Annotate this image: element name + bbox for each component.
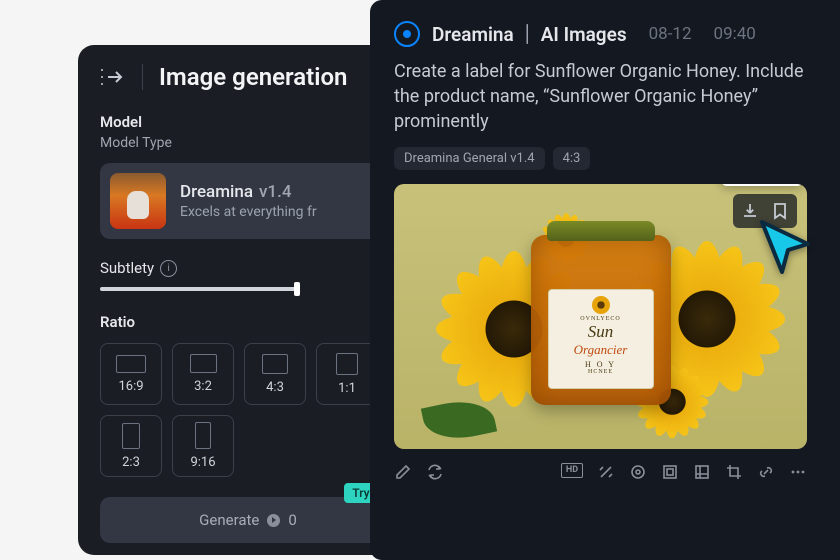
ratio-3-2[interactable]: 3:2 <box>172 343 234 405</box>
panel-header: Image generation <box>100 63 396 91</box>
slider-thumb[interactable] <box>294 282 300 296</box>
variation-icon[interactable] <box>629 463 647 481</box>
brand-logo-icon <box>394 21 420 47</box>
divider <box>142 64 143 90</box>
ratio-1-1[interactable]: 1:1 <box>316 343 378 405</box>
panel-title: Image generation <box>159 63 347 91</box>
ratio-2-3[interactable]: 2:3 <box>100 415 162 477</box>
prompt-text: Create a label for Sunflower Organic Hon… <box>394 59 816 135</box>
ratio-grid: 16:9 3:2 4:3 1:1 2:3 9:16 <box>100 343 396 477</box>
model-description: Excels at everything fr <box>180 204 317 220</box>
brand-line: Dreamina｜AI Images <box>432 20 627 47</box>
crop-icon[interactable] <box>725 463 743 481</box>
meta-pills: Dreamina General v1.4 4:3 <box>394 147 816 170</box>
ratio-9-16[interactable]: 9:16 <box>172 415 234 477</box>
model-label: Model <box>100 113 396 131</box>
ratio-4-3[interactable]: 4:3 <box>244 343 306 405</box>
result-panel: Dreamina｜AI Images 08-12 09:40 Create a … <box>370 0 840 560</box>
link-icon[interactable] <box>757 463 775 481</box>
model-thumbnail <box>110 173 166 229</box>
result-header: Dreamina｜AI Images 08-12 09:40 <box>394 20 816 47</box>
subtlety-row: Subtlety i <box>100 259 396 277</box>
meta-ratio-pill[interactable]: 4:3 <box>553 147 591 170</box>
collapse-icon[interactable] <box>100 66 126 88</box>
cursor-pointer-icon <box>756 218 814 280</box>
hd-icon[interactable]: HD <box>561 463 583 478</box>
generate-button[interactable]: Generate 0 Try free <box>100 497 396 543</box>
download-tooltip: Download <box>721 184 803 186</box>
expand-icon[interactable] <box>693 463 711 481</box>
meta-model-pill[interactable]: Dreamina General v1.4 <box>394 147 545 170</box>
credits-icon <box>267 514 280 527</box>
ratio-16-9[interactable]: 16:9 <box>100 343 162 405</box>
generation-panel: Image generation Model Model Type Dreami… <box>78 45 418 555</box>
canvas-icon[interactable] <box>661 463 679 481</box>
result-toolbar: HD <box>394 463 807 481</box>
more-icon[interactable] <box>789 463 807 481</box>
enhance-icon[interactable] <box>597 463 615 481</box>
generated-image[interactable]: OVNLYECO Sun Organcier H O Y HCNEE Downl… <box>394 184 807 449</box>
model-name: Dreaminav1.4 <box>180 182 317 202</box>
credits-count: 0 <box>288 511 296 529</box>
model-selector[interactable]: Dreaminav1.4 Excels at everything fr <box>100 163 396 239</box>
subtlety-slider[interactable] <box>100 287 298 291</box>
model-type-label: Model Type <box>100 135 396 151</box>
ratio-label: Ratio <box>100 313 396 331</box>
honey-label: OVNLYECO Sun Organcier H O Y HCNEE <box>548 289 654 389</box>
edit-icon[interactable] <box>394 463 412 481</box>
info-icon[interactable]: i <box>160 260 177 277</box>
subtlety-label: Subtlety <box>100 259 154 277</box>
regenerate-icon[interactable] <box>426 463 444 481</box>
result-time: 09:40 <box>714 24 756 44</box>
result-date: 08-12 <box>649 24 692 44</box>
